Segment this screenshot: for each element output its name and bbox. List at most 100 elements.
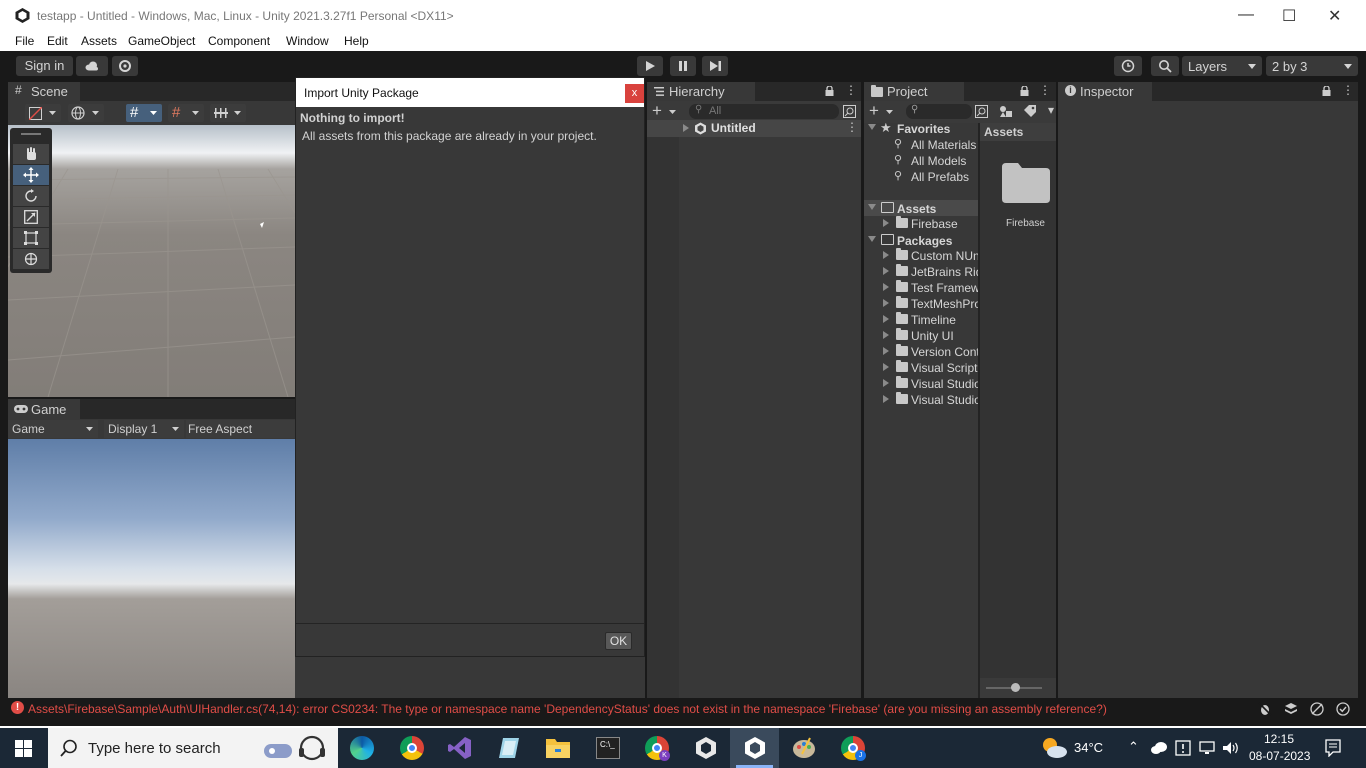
zoom-slider-thumb[interactable]	[1011, 683, 1020, 692]
menu-assets[interactable]: Assets	[81, 34, 117, 48]
tray-overflow-icon[interactable]: ⌃	[1128, 739, 1139, 755]
menu-file[interactable]: File	[15, 34, 34, 48]
2d-mode-dropdown[interactable]	[68, 104, 104, 122]
expand-arrow-icon[interactable]	[883, 331, 889, 339]
add-object-icon[interactable]: +	[652, 101, 662, 121]
rotate-tool-button[interactable]	[13, 186, 49, 206]
expand-arrow-icon[interactable]	[883, 219, 889, 227]
expand-arrow-icon[interactable]	[883, 395, 889, 403]
cloud-button[interactable]	[76, 56, 108, 76]
favorite-item[interactable]: ⚲ All Models	[864, 153, 978, 169]
aspect-dropdown[interactable]: Free Aspect	[186, 420, 295, 438]
create-asset-icon[interactable]: +	[869, 101, 879, 121]
stack-layers-icon[interactable]	[1284, 702, 1298, 716]
breadcrumb-assets[interactable]: Assets	[984, 125, 1023, 139]
network-icon[interactable]	[1310, 702, 1324, 716]
increment-snap-dropdown[interactable]	[210, 104, 246, 122]
lock-icon[interactable]	[1020, 86, 1029, 96]
notifications-icon[interactable]	[1325, 739, 1341, 757]
package-row[interactable]: Test Framework	[864, 280, 978, 296]
package-row[interactable]: Visual Scripting	[864, 360, 978, 376]
unity-editor-taskbar-button[interactable]	[730, 728, 779, 768]
pause-button[interactable]	[670, 56, 696, 76]
terminal-app-icon[interactable]: C:\_	[596, 737, 620, 759]
lock-icon[interactable]	[825, 86, 834, 96]
bug-icon[interactable]	[1258, 702, 1272, 716]
package-row[interactable]: TextMeshPro	[864, 296, 978, 312]
clock-time[interactable]: 12:15	[1264, 732, 1294, 746]
close-window-button[interactable]: ✕	[1328, 6, 1341, 26]
console-error-message[interactable]: Assets\Firebase\Sample\Auth\UIHandler.cs…	[28, 702, 1256, 716]
project-search-input[interactable]: ⚲	[906, 104, 972, 119]
lock-icon[interactable]	[1322, 86, 1331, 96]
menu-window[interactable]: Window	[286, 34, 329, 48]
expand-arrow-icon[interactable]	[883, 299, 889, 307]
package-row[interactable]: Visual Studio	[864, 376, 978, 392]
label-tag-icon[interactable]	[1024, 105, 1036, 117]
collapse-arrow-icon[interactable]	[868, 204, 876, 210]
minimize-button[interactable]: —	[1238, 6, 1254, 24]
hand-tool-button[interactable]	[13, 144, 49, 164]
tab-inspector[interactable]: i Inspector	[1058, 82, 1152, 101]
unity-hub-app-icon[interactable]	[694, 736, 718, 760]
move-tool-button[interactable]	[13, 165, 49, 185]
sign-in-button[interactable]: Sign in	[16, 56, 73, 76]
favorite-item[interactable]: ⚲ All Materials	[864, 137, 978, 153]
favorites-row[interactable]: ★ Favorites	[864, 123, 978, 137]
filter-type-icon[interactable]	[999, 105, 1013, 118]
packages-row[interactable]: Packages	[864, 232, 978, 248]
layout-dropdown[interactable]: 2 by 3	[1266, 56, 1358, 76]
clock-date[interactable]: 08-07-2023	[1249, 749, 1310, 763]
notes-app-icon[interactable]	[497, 736, 521, 760]
chrome-app-icon[interactable]	[400, 736, 424, 760]
expand-arrow-icon[interactable]	[883, 315, 889, 323]
search-by-type-icon[interactable]	[975, 105, 988, 118]
game-viewport[interactable]	[8, 439, 295, 698]
dialog-close-button[interactable]: x	[625, 84, 644, 103]
expand-arrow-icon[interactable]	[883, 363, 889, 371]
chrome-profile-k-icon[interactable]: K	[645, 736, 670, 761]
row-kebab-icon[interactable]: ⋮	[846, 120, 858, 134]
maximize-button[interactable]: ☐	[1282, 6, 1296, 26]
package-row[interactable]: Version Control	[864, 344, 978, 360]
rect-tool-button[interactable]	[13, 228, 49, 248]
star-filter-icon[interactable]: ▾	[1048, 103, 1054, 117]
scene-search-icon[interactable]	[843, 105, 856, 118]
expand-arrow-icon[interactable]	[683, 124, 689, 132]
package-row[interactable]: Custom NUnit	[864, 248, 978, 264]
console-status-bar[interactable]: ! Assets\Firebase\Sample\Auth\UIHandler.…	[8, 699, 1358, 719]
step-button[interactable]	[702, 56, 728, 76]
edge-app-icon[interactable]	[350, 736, 374, 760]
favorite-item[interactable]: ⚲ All Prefabs	[864, 169, 978, 185]
paint-app-icon[interactable]	[792, 736, 816, 760]
play-button[interactable]	[637, 56, 663, 76]
search-button[interactable]	[1151, 56, 1179, 76]
transform-tool-button[interactable]	[13, 249, 49, 269]
assets-folder-row[interactable]: Assets	[864, 200, 978, 216]
taskbar-search-box[interactable]: Type here to search	[48, 728, 338, 768]
tab-game[interactable]: Game	[8, 399, 80, 419]
scene-viewport[interactable]	[8, 125, 295, 397]
kebab-menu-icon[interactable]: ⋮	[1342, 83, 1354, 97]
windows-start-icon[interactable]	[15, 740, 32, 757]
game-view-dropdown[interactable]: Game	[8, 420, 98, 438]
collapse-arrow-icon[interactable]	[868, 236, 876, 242]
volume-icon[interactable]	[1222, 741, 1240, 755]
tab-project[interactable]: Project	[864, 82, 964, 101]
expand-arrow-icon[interactable]	[883, 267, 889, 275]
visual-studio-app-icon[interactable]	[448, 736, 472, 760]
menu-gameobject[interactable]: GameObject	[128, 34, 195, 48]
menu-edit[interactable]: Edit	[47, 34, 68, 48]
scale-tool-button[interactable]	[13, 207, 49, 227]
weather-icon[interactable]	[1040, 736, 1068, 760]
chrome-profile-j-icon[interactable]: J	[841, 736, 866, 761]
asset-tile-firebase[interactable]: Firebase	[998, 161, 1052, 233]
undo-history-button[interactable]	[1114, 56, 1142, 76]
collab-button[interactable]	[112, 56, 138, 76]
hierarchy-row-untitled[interactable]: Untitled ⋮	[647, 120, 861, 137]
hierarchy-search-input[interactable]: ⚲ All	[689, 104, 839, 119]
layers-dropdown[interactable]: Layers	[1182, 56, 1262, 76]
expand-arrow-icon[interactable]	[883, 347, 889, 355]
collapse-arrow-icon[interactable]	[868, 124, 876, 130]
display-dropdown[interactable]: Display 1	[104, 420, 184, 438]
